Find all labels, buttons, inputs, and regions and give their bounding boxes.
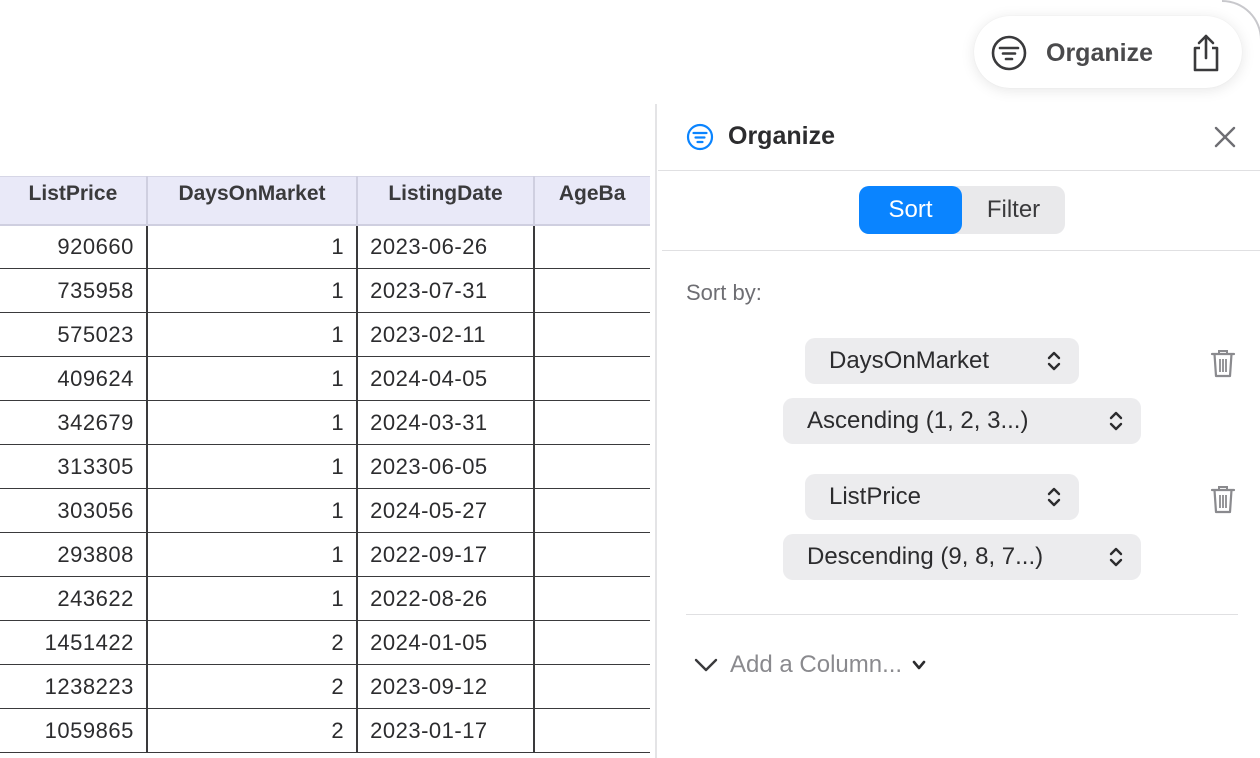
table-cell[interactable]: 313305 [0,444,148,489]
table-cell[interactable]: 1059865 [0,708,148,753]
filter-lines-icon [686,123,714,151]
table-cell[interactable] [533,532,650,577]
trash-icon[interactable] [1210,348,1236,378]
table-cell[interactable]: 1 [146,444,359,489]
table-row[interactable]: 920660 1 2023-06-26 [0,224,650,269]
table-cell[interactable]: 342679 [0,400,148,445]
table-cell[interactable] [533,664,650,709]
sort-order-select-2[interactable]: Descending (9, 8, 7...) [783,534,1141,580]
table-cell[interactable]: 2023-01-17 [357,708,535,753]
table-cell[interactable] [533,620,650,665]
table-cell[interactable]: 1 [146,488,359,533]
table-cell[interactable]: 2024-03-31 [357,400,535,445]
table-cell[interactable]: 2023-06-05 [357,444,535,489]
table-cell[interactable]: 409624 [0,356,148,401]
table-row[interactable]: 1451422 2 2024-01-05 [0,620,650,665]
table-row[interactable]: 293808 1 2022-09-17 [0,532,650,577]
sort-column-value: ListPrice [829,483,922,510]
table-cell[interactable]: 2024-04-05 [357,356,535,401]
table-row[interactable]: 303056 1 2024-05-27 [0,488,650,533]
sort-order-select-1[interactable]: Ascending (1, 2, 3...) [783,398,1141,444]
table-cell[interactable] [533,312,650,357]
table-cell[interactable]: 2024-01-05 [357,620,535,665]
column-header[interactable]: DaysOnMarket [146,176,359,226]
chevron-down-icon [694,658,718,672]
sort-column-value: DaysOnMarket [829,347,990,374]
divider [686,614,1238,615]
table-cell[interactable]: 1 [146,576,359,621]
table-cell[interactable] [533,576,650,621]
trash-icon[interactable] [1210,484,1236,514]
table-cell[interactable] [533,444,650,489]
share-icon[interactable] [1188,32,1224,74]
table-cell[interactable]: 2023-06-26 [357,224,535,269]
organize-button[interactable]: Organize [1046,38,1153,68]
table-cell[interactable] [533,356,650,401]
panel-divider[interactable] [655,104,657,758]
table-cell[interactable]: 1238223 [0,664,148,709]
table-cell[interactable]: 1 [146,312,359,357]
up-down-chevron-icon [1047,487,1061,507]
up-down-chevron-icon [1109,411,1123,431]
table-cell[interactable] [533,488,650,533]
column-header[interactable]: AgeBa [533,176,650,226]
table-row[interactable]: 409624 1 2024-04-05 [0,356,650,401]
tab-sort[interactable]: Sort [859,186,962,234]
table-cell[interactable] [533,708,650,753]
organize-panel: Organize Sort Filter Sort by: DaysOnMark… [658,104,1260,758]
table-cell[interactable]: 1 [146,268,359,313]
table-cell[interactable]: 2022-08-26 [357,576,535,621]
table-row[interactable]: 313305 1 2023-06-05 [0,444,650,489]
table-cell[interactable]: 2024-05-27 [357,488,535,533]
column-header[interactable]: ListPrice [0,176,148,226]
panel-title: Organize [728,122,835,150]
sort-column-select-2[interactable]: ListPrice [805,474,1079,520]
tab-filter[interactable]: Filter [962,186,1065,234]
table-cell[interactable]: 1 [146,532,359,577]
table-cell[interactable]: 2023-07-31 [357,268,535,313]
table-cell[interactable]: 1 [146,356,359,401]
table-cell[interactable]: 2 [146,664,359,709]
toolbar: Organize [974,16,1242,88]
table-row[interactable]: 1238223 2 2023-09-12 [0,664,650,709]
sort-order-value: Descending (9, 8, 7...) [807,543,1044,570]
caret-down-icon [912,660,926,670]
table-cell[interactable]: 2022-09-17 [357,532,535,577]
table-cell[interactable]: 1451422 [0,620,148,665]
table-cell[interactable]: 1 [146,400,359,445]
close-icon[interactable] [1212,124,1238,150]
table-cell[interactable]: 575023 [0,312,148,357]
table-row[interactable]: 243622 1 2022-08-26 [0,576,650,621]
table-cell[interactable]: 735958 [0,268,148,313]
filter-lines-icon[interactable] [990,34,1028,72]
table-cell[interactable]: 303056 [0,488,148,533]
table-row[interactable]: 342679 1 2024-03-31 [0,400,650,445]
sort-filter-segmented-control: Sort Filter [859,186,1065,234]
sort-column-select-1[interactable]: DaysOnMarket [805,338,1079,384]
divider [662,250,1260,251]
table-cell[interactable]: 920660 [0,224,148,269]
table-cell[interactable]: 243622 [0,576,148,621]
table-cell[interactable] [533,400,650,445]
table-row[interactable]: 735958 1 2023-07-31 [0,268,650,313]
table-cell[interactable] [533,224,650,269]
add-column-button[interactable]: Add a Column... [694,650,926,680]
table-cell[interactable]: 293808 [0,532,148,577]
up-down-chevron-icon [1109,547,1123,567]
table-cell[interactable] [533,268,650,313]
data-table: ListPrice DaysOnMarket ListingDate AgeBa 92… [0,176,650,758]
sort-order-value: Ascending (1, 2, 3...) [807,407,1029,434]
table-cell[interactable]: 1 [146,224,359,269]
table-row[interactable]: 1059865 2 2023-01-17 [0,708,650,753]
table-cell[interactable]: 2 [146,708,359,753]
up-down-chevron-icon [1047,351,1061,371]
table-cell[interactable]: 2023-09-12 [357,664,535,709]
column-header[interactable]: ListingDate [357,176,535,226]
table-cell[interactable]: 2 [146,620,359,665]
panel-header: Organize [658,104,1260,171]
table-row[interactable]: 575023 1 2023-02-11 [0,312,650,357]
sort-by-label: Sort by: [686,280,762,305]
table-cell[interactable]: 2023-02-11 [357,312,535,357]
add-column-label: Add a Column... [730,651,903,678]
